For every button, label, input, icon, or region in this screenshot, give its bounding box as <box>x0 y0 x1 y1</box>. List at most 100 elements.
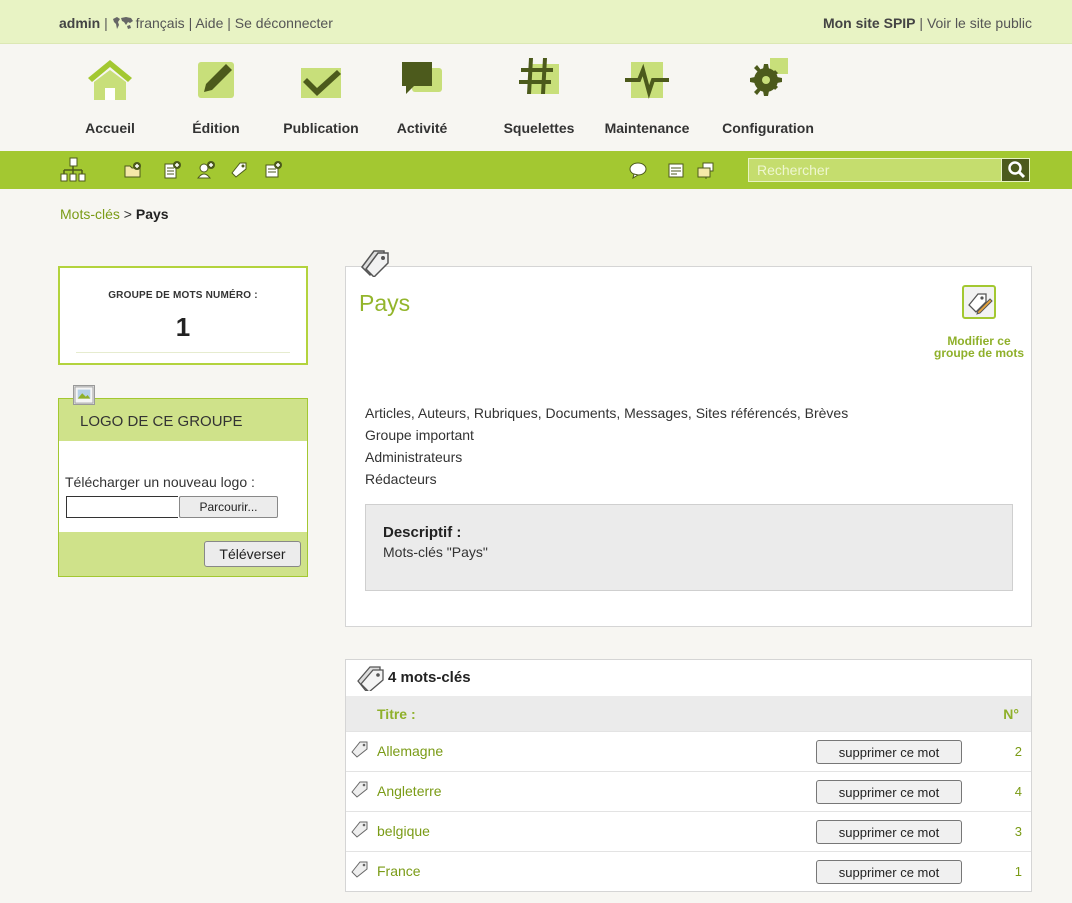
group-title: Pays <box>359 290 411 316</box>
home-icon <box>88 60 132 100</box>
nav-item-activite[interactable]: Activité <box>387 52 457 136</box>
messages-icon[interactable] <box>629 161 647 179</box>
table-row: France supprimer ce mot 1 <box>346 851 1031 891</box>
site-links: Mon site SPIP | Voir le site public <box>823 15 1032 31</box>
nav-item-squelettes[interactable]: Squelettes <box>493 52 585 136</box>
nav-label: Publication <box>283 120 359 136</box>
breadcrumb-parent-link[interactable]: Mots-clés <box>60 206 120 222</box>
table-row: Allemagne supprimer ce mot 2 <box>346 731 1031 771</box>
keyword-icon <box>351 741 368 758</box>
mailbox-icon[interactable] <box>697 161 715 179</box>
group-properties: Articles, Auteurs, Rubriques, Documents,… <box>365 402 848 490</box>
main-navigation: Accueil Édition Publication Activité Squ… <box>60 52 860 142</box>
table-row: belgique supprimer ce mot 3 <box>346 811 1031 851</box>
upload-button[interactable]: Téléverser <box>204 541 301 567</box>
group-number-box: GROUPE DE MOTS NUMÉRO : 1 <box>58 266 308 365</box>
divider <box>76 352 290 353</box>
nav-label: Accueil <box>85 120 135 136</box>
column-header-number[interactable]: N° <box>1003 706 1019 722</box>
language-link[interactable]: français <box>136 15 185 31</box>
new-site-icon[interactable] <box>264 161 282 179</box>
keywords-table: 4 mots-clés Titre : N° Allemagne supprim… <box>345 659 1032 892</box>
nav-label: Activité <box>396 120 448 136</box>
delete-keyword-button[interactable]: supprimer ce mot <box>816 860 962 884</box>
separator: | <box>223 15 235 31</box>
keyword-number[interactable]: 2 <box>1015 744 1022 759</box>
nav-label: Squelettes <box>503 120 575 136</box>
language-globe-icon <box>112 17 133 29</box>
browse-button[interactable]: Parcourir... <box>179 496 278 518</box>
search-button[interactable] <box>1001 159 1029 181</box>
keyword-link[interactable]: belgique <box>377 823 430 839</box>
file-path-field[interactable] <box>66 496 178 518</box>
user-menu: admin | français | Aide | Se déconnecter <box>59 15 333 31</box>
keyword-icon <box>351 781 368 798</box>
pencil-icon <box>198 62 234 98</box>
nav-item-accueil[interactable]: Accueil <box>75 52 145 136</box>
separator: | <box>100 15 112 31</box>
new-article-icon[interactable] <box>163 161 181 179</box>
keywords-count-title: 4 mots-clés <box>388 669 471 686</box>
view-public-site-link[interactable]: Voir le site public <box>927 15 1032 31</box>
logout-link[interactable]: Se déconnecter <box>235 15 333 31</box>
keyword-link[interactable]: Angleterre <box>377 783 442 799</box>
keyword-number[interactable]: 4 <box>1015 784 1022 799</box>
keywords-table-title: 4 mots-clés <box>346 660 1031 696</box>
help-link[interactable]: Aide <box>195 15 223 31</box>
delete-keyword-button[interactable]: supprimer ce mot <box>816 740 962 764</box>
site-name-link[interactable]: Mon site SPIP <box>823 15 916 31</box>
delete-keyword-button[interactable]: supprimer ce mot <box>816 820 962 844</box>
nav-label: Maintenance <box>604 120 690 136</box>
group-important: Groupe important <box>365 427 474 443</box>
group-applies-to: Articles, Auteurs, Rubriques, Documents,… <box>365 405 849 421</box>
group-number-value: 1 <box>175 312 191 342</box>
keyword-icon <box>351 861 368 878</box>
quick-toolbar <box>0 151 1072 189</box>
search-box <box>748 158 1030 182</box>
nav-item-edition[interactable]: Édition <box>181 52 251 136</box>
breadcrumb-separator: > <box>119 206 136 222</box>
keyword-number[interactable]: 1 <box>1015 864 1022 879</box>
nav-item-publication[interactable]: Publication <box>275 52 367 136</box>
upload-label: Télécharger un nouveau logo : <box>65 474 255 490</box>
logo-box-header: LOGO DE CE GROUPE <box>59 399 307 441</box>
separator: | <box>915 15 927 31</box>
breadcrumb: Mots-clés > Pays <box>60 206 169 222</box>
column-header-title[interactable]: Titre : <box>377 706 416 722</box>
keyword-icon <box>357 666 384 691</box>
search-input[interactable] <box>749 159 999 181</box>
keyword-icon <box>351 821 368 838</box>
hash-icon <box>519 58 559 94</box>
logo-box-title: LOGO DE CE GROUPE <box>80 413 243 430</box>
new-section-icon[interactable] <box>124 161 142 179</box>
speech-bubble-icon <box>402 62 442 94</box>
keyword-number[interactable]: 3 <box>1015 824 1022 839</box>
new-author-icon[interactable] <box>197 161 215 179</box>
nav-item-maintenance[interactable]: Maintenance <box>595 52 699 136</box>
keyword-group-icon <box>361 250 389 277</box>
description-box: Descriptif : Mots-clés "Pays" <box>365 504 1013 591</box>
group-logo-box: LOGO DE CE GROUPE Télécharger un nouveau… <box>58 385 308 577</box>
edit-group-button[interactable]: Modifier ce groupe de mots <box>934 285 1024 359</box>
breadcrumb-current: Pays <box>135 206 169 222</box>
edit-keyword-icon <box>962 285 996 319</box>
table-header: Titre : N° <box>346 696 1031 731</box>
keyword-link[interactable]: Allemagne <box>377 743 443 759</box>
edit-group-label: Modifier ce groupe de mots <box>934 334 1025 360</box>
table-row: Angleterre supprimer ce mot 4 <box>346 771 1031 811</box>
description-label: Descriptif : <box>383 524 462 541</box>
new-keyword-icon[interactable] <box>230 161 248 179</box>
keyword-group-panel: Pays Modifier ce groupe de mots Articles… <box>345 250 1032 627</box>
delete-keyword-button[interactable]: supprimer ce mot <box>816 780 962 804</box>
logo-box-footer: Téléverser <box>59 532 307 576</box>
nav-item-configuration[interactable]: Configuration <box>714 52 822 136</box>
top-bar: admin | français | Aide | Se déconnecter… <box>0 0 1072 44</box>
pulse-icon <box>625 62 669 99</box>
nav-label: Configuration <box>722 120 814 136</box>
site-map-icon[interactable] <box>60 157 86 183</box>
agenda-icon[interactable] <box>667 161 685 179</box>
nav-label: Édition <box>192 120 240 136</box>
image-icon <box>73 385 95 405</box>
keyword-link[interactable]: France <box>377 863 421 879</box>
user-link[interactable]: admin <box>59 15 100 31</box>
